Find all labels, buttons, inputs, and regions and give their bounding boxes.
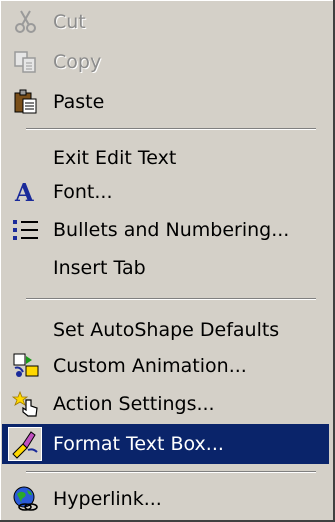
action-settings-icon: [12, 390, 40, 418]
menu-item-paste[interactable]: Paste: [2, 82, 329, 122]
menu-item-label: Custom Animation...: [53, 355, 247, 377]
menu-item-hyperlink[interactable]: Hyperlink...: [2, 479, 329, 519]
menu-item-copy[interactable]: Copy: [2, 42, 329, 82]
menu-separator: [26, 298, 316, 300]
menu-item-label: Font...: [53, 181, 113, 203]
copy-icon: [12, 48, 40, 76]
svg-text:A: A: [14, 178, 34, 206]
menu-item-font[interactable]: A Font...: [2, 172, 329, 212]
animation-icon: [12, 352, 40, 380]
bullets-icon: [12, 216, 40, 244]
menu-item-label: Bullets and Numbering...: [53, 219, 290, 241]
context-menu: Cut Copy Paste Exit Edit Text A Font... …: [0, 0, 335, 522]
menu-item-label: Paste: [53, 91, 105, 113]
format-text-box-icon: [8, 427, 42, 461]
menu-item-bullets-numbering[interactable]: Bullets and Numbering...: [2, 210, 329, 250]
menu-item-label: Action Settings...: [53, 393, 215, 415]
menu-item-label: Set AutoShape Defaults: [53, 319, 280, 341]
menu-item-label: Exit Edit Text: [53, 147, 177, 169]
menu-item-label: Cut: [53, 11, 86, 33]
menu-item-custom-animation[interactable]: Custom Animation...: [2, 346, 329, 386]
menu-item-label: Insert Tab: [53, 257, 146, 279]
menu-item-label: Copy: [53, 51, 102, 73]
menu-separator: [26, 471, 316, 473]
menu-item-action-settings[interactable]: Action Settings...: [2, 384, 329, 424]
scissors-icon: [12, 8, 40, 36]
paste-icon: [12, 88, 40, 116]
hyperlink-globe-icon: [12, 485, 40, 513]
menu-separator: [26, 128, 316, 130]
menu-item-insert-tab[interactable]: Insert Tab: [2, 248, 329, 288]
menu-item-cut[interactable]: Cut: [2, 2, 329, 42]
menu-item-label: Hyperlink...: [53, 488, 162, 510]
font-icon: A: [12, 178, 40, 206]
menu-item-label: Format Text Box...: [53, 433, 224, 455]
menu-item-set-autoshape-defaults[interactable]: Set AutoShape Defaults: [2, 310, 329, 350]
menu-item-format-text-box[interactable]: Format Text Box...: [2, 424, 329, 464]
